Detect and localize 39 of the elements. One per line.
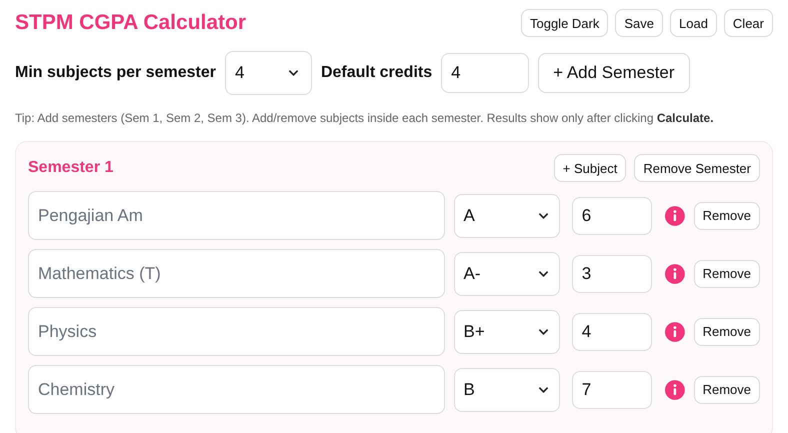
remove-semester-button[interactable]: Remove Semester: [634, 154, 760, 182]
header-button[interactable]: Toggle Dark: [520, 9, 608, 37]
add-semester-button[interactable]: + Add Semester: [538, 53, 690, 93]
grade-select[interactable]: A-: [454, 252, 560, 296]
grade-select[interactable]: B: [454, 368, 560, 412]
info-icon[interactable]: [664, 380, 685, 400]
chevron-icon: [538, 270, 549, 278]
min-subjects-select[interactable]: 4: [224, 51, 312, 95]
remove-subject-button[interactable]: Remove: [694, 202, 760, 230]
header-button[interactable]: Clear: [724, 9, 773, 37]
credits-field[interactable]: 4: [572, 312, 652, 350]
min-subjects-label: Min subjects per semester: [15, 64, 216, 82]
chevron-icon: [538, 212, 549, 220]
app-title: STPM CGPA Calculator: [15, 11, 246, 35]
header-button[interactable]: Load: [670, 9, 717, 37]
chevron-icon: [288, 69, 299, 77]
credits-field[interactable]: 3: [572, 254, 652, 292]
header-button[interactable]: Save: [615, 9, 663, 37]
semester-title: Semester 1: [28, 159, 114, 177]
remove-subject-button[interactable]: Remove: [694, 318, 760, 346]
info-icon[interactable]: [664, 322, 685, 342]
grade-select[interactable]: B+: [454, 310, 560, 354]
info-icon[interactable]: [664, 264, 685, 284]
chevron-icon: [538, 328, 549, 336]
default-credits-label: Default credits: [320, 64, 432, 82]
credits-field[interactable]: 6: [572, 196, 652, 234]
grade-select[interactable]: A: [454, 194, 560, 238]
subject-name-field[interactable]: Physics: [28, 307, 444, 356]
info-icon[interactable]: [664, 206, 685, 226]
remove-subject-button[interactable]: Remove: [694, 376, 760, 404]
chevron-icon: [538, 386, 549, 394]
add-subject-button[interactable]: + Subject: [554, 154, 626, 182]
tip-text: Tip: Add semesters (Sem 1, Sem 2, Sem 3). Add/remove subjects inside each semester. Results show only after clicking Calculate.: [15, 111, 715, 125]
subject-name-field[interactable]: Chemistry: [28, 365, 444, 414]
subject-name-field[interactable]: Mathematics (T): [28, 249, 444, 298]
credits-field[interactable]: 7: [572, 370, 652, 408]
default-credits-field[interactable]: 4: [441, 53, 530, 93]
remove-subject-button[interactable]: Remove: [694, 260, 760, 288]
subject-name-field[interactable]: Pengajian Am: [28, 191, 444, 240]
